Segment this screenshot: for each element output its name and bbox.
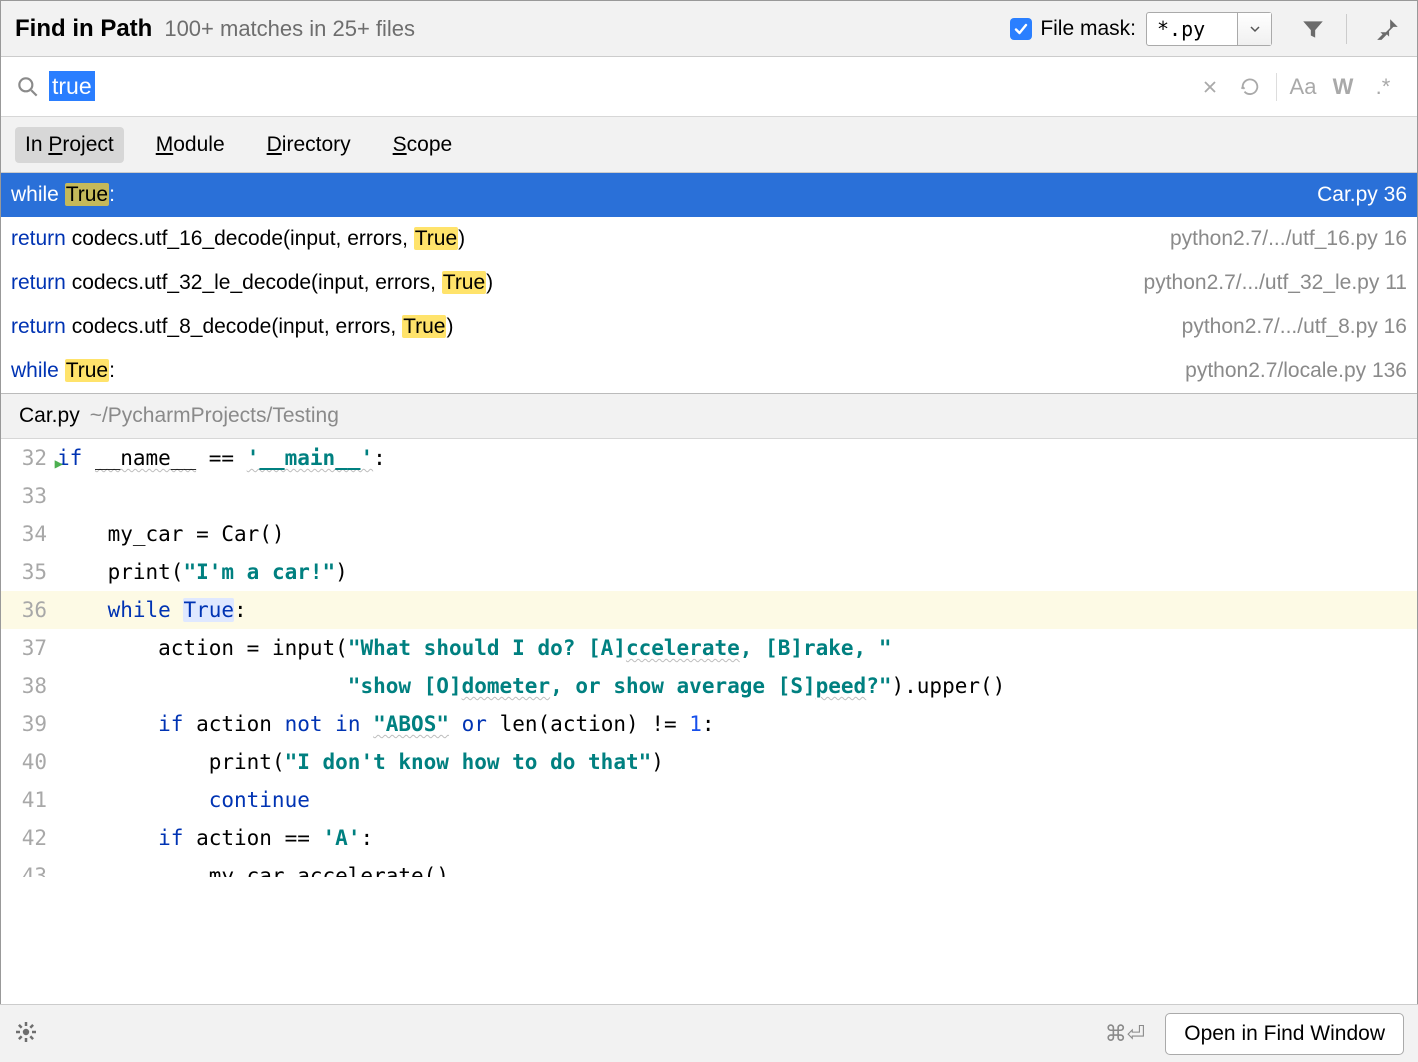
pin-icon[interactable] (1373, 14, 1403, 44)
file-mask-select[interactable]: *.py (1146, 12, 1272, 46)
code-line: 35 print("I'm a car!") (1, 553, 1417, 591)
file-mask-value: *.py (1147, 13, 1237, 45)
preview-file: Car.py (19, 404, 80, 428)
scope-tab-scope[interactable]: Scope (383, 127, 463, 163)
code-line: 41 continue (1, 781, 1417, 819)
file-mask-checkbox[interactable] (1010, 18, 1032, 40)
result-row[interactable]: while True:python2.7/locale.py 136 (1, 349, 1417, 393)
code-line: 34 my_car = Car() (1, 515, 1417, 553)
preview-header: Car.py ~/PycharmProjects/Testing (1, 393, 1417, 439)
open-in-find-window-button[interactable]: Open in Find Window (1165, 1013, 1404, 1055)
search-input[interactable]: true (41, 69, 1190, 104)
preview-path: ~/PycharmProjects/Testing (90, 404, 339, 428)
search-row: true Aa W .* (1, 57, 1417, 117)
file-mask-label: File mask: (1040, 17, 1136, 41)
shortcut-hint: ⌘⏎ (1105, 1021, 1145, 1047)
result-row[interactable]: return codecs.utf_32_le_decode(input, er… (1, 261, 1417, 305)
results-list: while True:Car.py 36return codecs.utf_16… (1, 173, 1417, 393)
filter-icon[interactable] (1298, 14, 1328, 44)
clear-icon[interactable] (1190, 67, 1230, 107)
scope-tab-directory[interactable]: Directory (257, 127, 361, 163)
code-line: 42 if action == 'A': (1, 819, 1417, 857)
code-line: 43 my_car.accelerate() (1, 857, 1417, 877)
header-bar: Find in Path 100+ matches in 25+ files F… (1, 1, 1417, 57)
gear-icon[interactable] (14, 1020, 38, 1047)
regex-toggle[interactable]: .* (1363, 67, 1403, 107)
history-icon[interactable] (1230, 67, 1270, 107)
code-line: 33 (1, 477, 1417, 515)
code-line: 36 while True: (1, 591, 1417, 629)
words-toggle[interactable]: W (1323, 67, 1363, 107)
code-line: 39 if action not in "ABOS" or len(action… (1, 705, 1417, 743)
code-line: 38 "show [O]dometer, or show average [S]… (1, 667, 1417, 705)
scope-tab-project[interactable]: In Project (15, 127, 124, 163)
code-line: 37 action = input("What should I do? [A]… (1, 629, 1417, 667)
code-preview[interactable]: 32▶if __name__ == '__main__':3334 my_car… (1, 439, 1417, 877)
code-line: 40 print("I don't know how to do that") (1, 743, 1417, 781)
result-row[interactable]: return codecs.utf_16_decode(input, error… (1, 217, 1417, 261)
search-icon[interactable] (15, 74, 41, 100)
scope-tabs: In Project Module Directory Scope (1, 117, 1417, 173)
result-row[interactable]: return codecs.utf_8_decode(input, errors… (1, 305, 1417, 349)
chevron-down-icon[interactable] (1237, 13, 1271, 45)
result-row[interactable]: while True:Car.py 36 (1, 173, 1417, 217)
footer-bar: ⌘⏎ Open in Find Window (0, 1004, 1418, 1062)
code-line: 32▶if __name__ == '__main__': (1, 439, 1417, 477)
match-count: 100+ matches in 25+ files (164, 16, 415, 42)
match-case-toggle[interactable]: Aa (1283, 67, 1323, 107)
scope-tab-module[interactable]: Module (146, 127, 235, 163)
dialog-title: Find in Path (15, 15, 152, 43)
